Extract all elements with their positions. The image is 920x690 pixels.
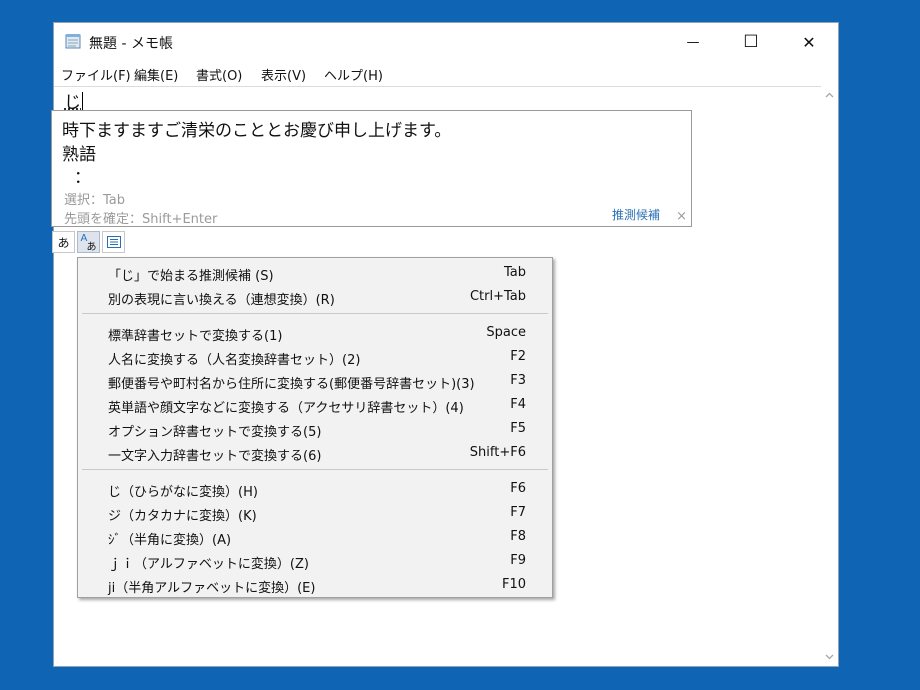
menu-separator	[82, 469, 548, 470]
menu-help[interactable]: ヘルプ(H)	[324, 65, 383, 84]
menu-bar: ファイル(F) 編集(E) 書式(O) 表示(V) ヘルプ(H)	[54, 61, 838, 86]
menu-item-address-dict[interactable]: 郵便番号や町村名から住所に変換する(郵便番号辞書セット)(3) F3	[78, 369, 552, 393]
prediction-candidate[interactable]: ：	[74, 163, 91, 188]
menu-item-option-dict[interactable]: オプション辞書セットで変換する(5) F5	[78, 417, 552, 441]
menu-item-prediction[interactable]: 「じ」で始まる推測候補 (S) Tab	[78, 261, 552, 285]
close-button[interactable]: ✕	[780, 23, 838, 61]
close-icon[interactable]: ×	[676, 209, 687, 224]
hint-confirm: 先頭を確定：Shift+Enter	[64, 212, 218, 227]
prediction-candidate[interactable]: 時下ますますご清栄のこととお慶び申し上げます。	[62, 116, 451, 141]
menu-item-halfwidth[interactable]: ｼﾞ（半角に変換）(A) F8	[78, 525, 552, 549]
menu-item-alphabet[interactable]: ｊｉ（アルファベットに変換）(Z) F9	[78, 549, 552, 573]
prediction-candidate[interactable]: 熟語	[62, 140, 96, 165]
hiragana-mode-button[interactable]: あ	[52, 231, 75, 253]
conversion-mode-button[interactable]: A あ	[77, 231, 100, 253]
menu-item-standard-dict[interactable]: 標準辞書セットで変換する(1) Space	[78, 321, 552, 345]
ime-prediction-panel: 時下ますますご清栄のこととお慶び申し上げます。 熟語 ： 選択：Tab 先頭を確…	[51, 110, 692, 227]
hiragana-label: あ	[57, 235, 70, 250]
minimize-button[interactable]: —	[664, 23, 722, 61]
menu-file[interactable]: ファイル(F)	[61, 65, 131, 84]
menu-item-name-dict[interactable]: 人名に変換する（人名変換辞書セット）(2) F2	[78, 345, 552, 369]
menu-item-paraphrase[interactable]: 別の表現に言い換える（連想変換）(R) Ctrl+Tab	[78, 285, 552, 309]
hint-select: 選択：Tab	[64, 193, 126, 208]
menu-item-halfwidth-alphabet[interactable]: ji（半角アルファベットに変換）(E) F10	[78, 573, 552, 597]
menu-item-accessory-dict[interactable]: 英単語や顔文字などに変換する（アクセサリ辞書セット）(4) F4	[78, 393, 552, 417]
minimize-icon: —	[686, 34, 700, 50]
menu-separator	[82, 313, 548, 314]
menu-item-single-char-dict[interactable]: 一文字入力辞書セットで変換する(6) Shift+F6	[78, 441, 552, 465]
menu-view[interactable]: 表示(V)	[261, 65, 306, 84]
scroll-up-icon[interactable]	[825, 91, 834, 100]
maximize-button[interactable]: ☐	[722, 23, 780, 61]
scroll-down-icon[interactable]	[825, 652, 834, 661]
prediction-candidates-link[interactable]: 推測候補	[612, 206, 660, 223]
close-icon: ✕	[802, 32, 816, 52]
text-caret	[82, 92, 83, 111]
notepad-icon	[65, 34, 81, 49]
vertical-scrollbar[interactable]	[821, 86, 838, 666]
maximize-icon: ☐	[743, 32, 759, 52]
menu-item-katakana[interactable]: ジ（カタカナに変換）(K) F7	[78, 501, 552, 525]
menu-format[interactable]: 書式(O)	[196, 65, 242, 84]
ime-toolbar: あ A あ	[52, 231, 127, 254]
list-icon	[106, 236, 121, 248]
window-title: 無題 - メモ帳	[89, 36, 173, 52]
candidate-list-button[interactable]	[102, 231, 125, 253]
conversion-icon: A あ	[80, 233, 97, 253]
menu-edit[interactable]: 編集(E)	[134, 65, 178, 84]
ime-context-menu: 「じ」で始まる推測候補 (S) Tab 別の表現に言い換える（連想変換）(R) …	[77, 257, 553, 598]
title-bar[interactable]: 無題 - メモ帳 — ☐ ✕	[54, 23, 838, 61]
menu-item-hiragana[interactable]: じ（ひらがなに変換）(H) F6	[78, 477, 552, 501]
